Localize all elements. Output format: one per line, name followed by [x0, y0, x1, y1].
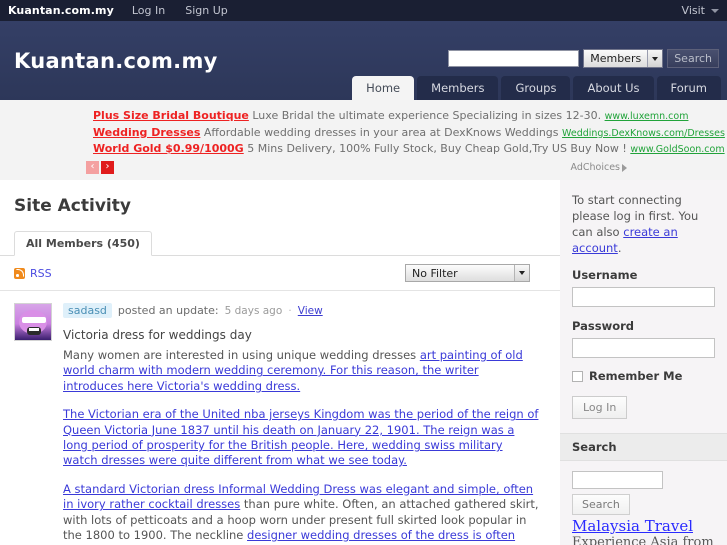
site-header: Kuantan.com.my Members Search Home Membe…	[0, 21, 727, 100]
ad-line-1: Plus Size Bridal Boutique Luxe Bridal th…	[0, 108, 727, 125]
nav-tab-groups[interactable]: Groups	[501, 76, 571, 100]
body-row: Site Activity All Members (450) RSS No F…	[0, 180, 727, 545]
login-intro-after: .	[617, 241, 622, 255]
search-widget-heading: Search	[560, 433, 727, 461]
main-content: Site Activity All Members (450) RSS No F…	[0, 180, 560, 545]
chevron-down-icon[interactable]	[647, 50, 663, 67]
sidebar: To start connecting please log in first.…	[560, 180, 727, 545]
page-title: Site Activity	[14, 196, 131, 216]
login-widget: To start connecting please log in first.…	[560, 180, 727, 419]
adchoices[interactable]: AdChoices	[570, 162, 627, 173]
nav-tab-forum[interactable]: Forum	[656, 76, 721, 100]
activity-tabs: All Members (450)	[0, 230, 560, 256]
remember-me-checkbox[interactable]	[572, 370, 583, 382]
activity-username[interactable]: sadasd	[63, 303, 112, 318]
rss-icon	[14, 267, 25, 279]
remember-me-row[interactable]: Remember Me	[572, 369, 715, 383]
ad-url-2[interactable]: Weddings.DexKnows.com/Dresses	[562, 128, 725, 139]
login-button[interactable]: Log In	[572, 396, 628, 419]
adchoices-label: AdChoices	[570, 162, 621, 173]
ad-next-arrow-icon[interactable]: ›	[101, 160, 114, 174]
tab-all-members[interactable]: All Members (450)	[14, 231, 152, 256]
search-scope-select[interactable]: Members	[583, 49, 664, 68]
paragraph-1-plain-before: Many women are interested in using uniqu…	[63, 348, 420, 362]
avatar[interactable]	[14, 303, 52, 341]
search-input[interactable]	[448, 50, 580, 67]
admin-bar-brand[interactable]: Kuantan.com.my	[8, 4, 114, 17]
ad-text-1: Luxe Bridal the ultimate experience Spec…	[252, 109, 602, 122]
username-label: Username	[572, 268, 638, 282]
ad-title-3[interactable]: World Gold $0.99/1000G	[93, 142, 244, 155]
nav-tab-members[interactable]: Members	[417, 76, 499, 100]
primary-nav: Home Members Groups About Us Forum	[352, 76, 721, 100]
admin-bar-signup-link[interactable]: Sign Up	[185, 4, 228, 17]
search-scope-label: Members	[590, 52, 642, 65]
nav-tab-about-us[interactable]: About Us	[573, 76, 654, 100]
chevron-down-icon[interactable]	[711, 8, 719, 13]
sidebar-search-input[interactable]	[572, 471, 663, 489]
activity-view-link[interactable]: View	[298, 305, 323, 317]
username-field[interactable]	[572, 287, 715, 307]
paragraph-2-link[interactable]: The Victorian era of the United nba jers…	[63, 407, 538, 467]
header-search-form: Members Search	[448, 49, 719, 68]
password-field[interactable]	[572, 338, 715, 358]
post-paragraph-1: Many women are interested in using uniqu…	[63, 348, 540, 394]
activity-item: sadasd posted an update: 5 days ago · Vi…	[0, 291, 560, 545]
ad-title-2[interactable]: Wedding Dresses	[93, 126, 200, 139]
ad-line-3: World Gold $0.99/1000G 5 Mins Delivery, …	[0, 141, 727, 158]
ad-url-3[interactable]: www.GoldSoon.com	[630, 144, 724, 155]
activity-meta: sadasd posted an update: 5 days ago · Vi…	[63, 303, 540, 318]
ads-block: Plus Size Bridal Boutique Luxe Bridal th…	[0, 100, 727, 180]
rss-link[interactable]: RSS	[14, 267, 52, 280]
ad-line-2: Wedding Dresses Affordable wedding dress…	[0, 125, 727, 142]
adchoices-triangle-icon	[622, 163, 627, 172]
ad-prev-arrow-icon[interactable]: ‹	[86, 160, 99, 174]
post-paragraph-2: The Victorian era of the United nba jers…	[63, 407, 540, 469]
post-title: Victoria dress for weddings day	[63, 328, 252, 342]
page-root: Kuantan.com.my Log In Sign Up Visit Kuan…	[0, 0, 727, 545]
login-intro: To start connecting please log in first.…	[572, 192, 715, 256]
activity-filter-value: No Filter	[412, 266, 458, 280]
remember-me-label: Remember Me	[589, 369, 683, 383]
ad-text-3: 5 Mins Delivery, 100% Fully Stock, Buy C…	[247, 142, 627, 155]
activity-body: sadasd posted an update: 5 days ago · Vi…	[52, 303, 540, 545]
sidebar-search-button[interactable]: Search	[572, 494, 630, 515]
sidebar-ad: Malaysia Travel Experience Asia from the…	[560, 515, 727, 545]
admin-bar-login-link[interactable]: Log In	[132, 4, 165, 17]
sidebar-ad-body: Experience Asia from the comfort of a lu…	[572, 535, 714, 545]
site-title: Kuantan.com.my	[14, 49, 218, 73]
activity-timestamp: 5 days ago	[224, 304, 283, 317]
admin-bar: Kuantan.com.my Log In Sign Up Visit	[0, 0, 727, 21]
rss-label[interactable]: RSS	[30, 267, 52, 280]
sidebar-ad-title[interactable]: Malaysia Travel	[572, 517, 719, 535]
nav-tab-home[interactable]: Home	[352, 76, 415, 100]
activity-meta-separator: ·	[288, 304, 292, 317]
chevron-down-icon[interactable]	[514, 265, 529, 281]
ad-text-2: Affordable wedding dresses in your area …	[203, 125, 559, 139]
ad-title-1[interactable]: Plus Size Bridal Boutique	[93, 109, 249, 122]
activity-action: posted an update:	[117, 304, 219, 317]
activity-filter-row: RSS No Filter	[0, 256, 560, 291]
ad-url-1[interactable]: www.luxemn.com	[605, 111, 689, 122]
admin-bar-visit-label[interactable]: Visit	[682, 4, 705, 17]
post-paragraph-3: A standard Victorian dress Informal Wedd…	[63, 482, 540, 545]
activity-filter-select[interactable]: No Filter	[405, 264, 530, 282]
password-label: Password	[572, 319, 634, 333]
header-search-button[interactable]: Search	[667, 49, 719, 68]
